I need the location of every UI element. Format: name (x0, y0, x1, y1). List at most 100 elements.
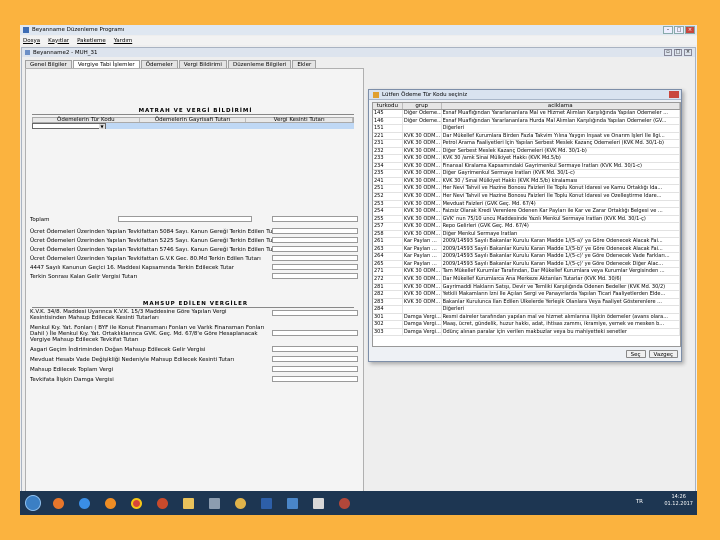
table-row[interactable]: 257 KVK 30 ÖDM... Repo Gelirleri (GVK Geç.… (373, 223, 680, 231)
tab-genel-bilgiler[interactable]: Genel Bilgiler (25, 60, 72, 68)
turkodu-cell[interactable]: 254 (373, 208, 403, 215)
aciklama-cell[interactable]: Gayrimaddi Hakların Satışı, Devir ve Tem… (442, 283, 680, 291)
close-icon[interactable] (669, 91, 679, 98)
grup-cell[interactable]: KVK 30 ÖDM... (403, 140, 442, 147)
close-button[interactable]: × (685, 26, 695, 34)
grup-cell[interactable]: KVK 30 ÖDM... (403, 298, 442, 306)
clock[interactable]: 14:26 01.12.2017 (664, 494, 693, 508)
menu-paketleme[interactable]: Paketleme (77, 38, 106, 44)
grup-cell[interactable]: KVK 30 ÖDM... (403, 162, 442, 170)
taskbar-calculator-icon[interactable] (203, 495, 225, 512)
aciklama-cell[interactable]: Finansal Kiralama Kapsamındaki Gayrimenk… (442, 162, 680, 170)
aciklama-cell[interactable]: Dar Mükellef Kurumlarca Ana Merkeze Akta… (442, 276, 680, 283)
maximize-icon[interactable]: □ (674, 49, 682, 56)
tab-duzenleme-bilgileri[interactable]: Düzenleme Bilgileri (227, 60, 292, 68)
aciklama-cell[interactable]: KVK 30 / Sınai Mülkiyet Hakkı (KVK Md.5/… (442, 177, 680, 185)
table-row[interactable]: 251 KVK 30 ÖDM... Her Nevi Tahvil ve Hazin… (373, 185, 680, 194)
table-row[interactable]: 254 KVK 30 ÖDM... Faizsiz Olarak Kredi Ver… (373, 208, 680, 216)
grup-cell[interactable]: KVK 30 ÖDM... (403, 291, 442, 298)
grup-cell[interactable]: KVK 30 ÖDM... (403, 283, 442, 291)
table-row[interactable]: 282 KVK 30 ÖDM... Yetkili Makamların İzni … (373, 291, 680, 299)
table-row[interactable]: 221 KVK 30 ÖDM... Dar Mükellef Kurumlara B… (373, 132, 680, 141)
terkin-5225-field[interactable] (272, 237, 358, 243)
taskbar-paint-icon[interactable] (229, 495, 251, 512)
table-row[interactable]: 252 KVK 30 ÖDM... Her Nevi Tahvil ve Hazin… (373, 193, 680, 201)
odeme-tur-kodu-dropdown[interactable]: ▼ (32, 123, 106, 129)
aciklama-cell[interactable]: Bakanlar Kurulunca İlan Edilen Ülkelerde… (442, 298, 680, 306)
table-row[interactable]: 151 Diğerleri (373, 125, 680, 133)
terkin-4447-field[interactable] (272, 264, 358, 270)
aciklama-cell[interactable]: Diğer Menkul Sermaye İratları (442, 230, 680, 238)
grup-cell[interactable]: KVK 30 ÖDM... (403, 200, 442, 208)
table-row[interactable]: 233 KVK 30 ÖDM... KVK 30 /amk Sinai Mülkiy… (373, 155, 680, 163)
aciklama-cell[interactable]: Faizsiz Olarak Kredi Verenlere Ödenen Ka… (442, 208, 680, 215)
taskbar-media-icon[interactable] (99, 495, 121, 512)
table-row[interactable]: 283 KVK 30 ÖDM... Bakanlar Kurulunca İlan … (373, 298, 680, 307)
turkodu-cell[interactable]: 302 (373, 321, 403, 328)
table-row[interactable]: 234 KVK 30 ÖDM... Finansal Kiralama Kapsam… (373, 162, 680, 171)
aciklama-cell[interactable]: Repo Gelirleri (GVK Geç. Md. 67/4) (442, 223, 680, 230)
table-row[interactable]: 232 KVK 30 ÖDM... Diğer Serbest Meslek Kaz… (373, 147, 680, 156)
turkodu-cell[interactable]: 235 (373, 170, 403, 177)
grup-cell[interactable]: KVK 30 ÖDM... (403, 147, 442, 155)
turkodu-cell[interactable]: 281 (373, 283, 403, 291)
turkodu-cell[interactable]: 252 (373, 193, 403, 200)
taskbar-chrome-icon[interactable] (125, 495, 147, 512)
grup-cell[interactable]: Damga Vergi... (403, 313, 442, 321)
table-row[interactable]: 258 KVK 30 ÖDM... Diğer Menkul Sermaye İra… (373, 230, 680, 239)
aciklama-cell[interactable]: 2009/14593 Sayılı Bakanlar Kurulu Karan … (442, 253, 680, 260)
declaration-titlebar[interactable]: Beyanname2 - MUH_31 ▫ □ × (22, 48, 695, 57)
grup-cell[interactable]: KVK 30 ÖDM... (403, 230, 442, 238)
restore-icon[interactable]: ▫ (664, 49, 672, 56)
taskbar-word-icon[interactable] (255, 495, 277, 512)
turkodu-cell[interactable]: 272 (373, 276, 403, 283)
mevduat-vade-field[interactable] (272, 356, 358, 362)
aciklama-cell[interactable]: Maaş, ücret, gündelik, huzur hakkı, adat… (442, 321, 680, 328)
turkodu-cell[interactable]: 284 (373, 306, 403, 313)
aciklama-cell[interactable]: Diğer Serbest Meslek Kazanç Ödemeleri (K… (442, 147, 680, 155)
grup-cell[interactable] (403, 306, 442, 313)
grup-cell[interactable]: Kar Payları ... (403, 253, 442, 260)
column-header-aciklama[interactable]: aciklama (442, 103, 680, 109)
column-header-turkodu[interactable]: turkodu (373, 103, 403, 109)
grup-cell[interactable]: KVK 30 ÖDM... (403, 170, 442, 177)
aciklama-cell[interactable]: Petrol Arama Faaliyetleri İçin Yapılan S… (442, 140, 680, 147)
aciklama-cell[interactable]: Esnaf Muaflığından Yararlananlara Mal ve… (442, 110, 680, 117)
table-row[interactable]: 263 Kar Payları ... 2009/14593 Sayılı Baka… (373, 245, 680, 254)
aciklama-cell[interactable]: Ödünç alınan paralar için verilen makbuz… (442, 328, 680, 336)
table-row[interactable]: 145 Diğer Ödeme... Esnaf Muaflığından Yara… (373, 110, 680, 118)
grup-cell[interactable]: KVK 30 ÖDM... (403, 215, 442, 223)
app-titlebar[interactable]: Beyanname Düzenleme Programı – □ × (20, 25, 697, 35)
taskbar-java-icon[interactable] (333, 495, 355, 512)
aciklama-cell[interactable]: GVK' nun 75/10 uncu Maddesinde Yazılı Me… (442, 215, 680, 223)
table-row[interactable]: 241 KVK 30 ÖDM... KVK 30 / Sınai Mülkiyet … (373, 177, 680, 186)
menu-kayitlar[interactable]: Kayıtlar (48, 38, 69, 44)
vazgec-button[interactable]: Vazgeç (648, 350, 678, 358)
taskbar-document-icon[interactable] (307, 495, 329, 512)
taskbar-ie-icon[interactable] (73, 495, 95, 512)
maximize-button[interactable]: □ (674, 26, 684, 34)
menkul-kiymet-field[interactable] (272, 330, 358, 336)
table-row[interactable]: 302 Damga Vergi... Maaş, ücret, gündelik, … (373, 321, 680, 329)
table-row[interactable]: 281 KVK 30 ÖDM... Gayrimaddi Hakların Satı… (373, 283, 680, 292)
column-header-grup[interactable]: grup (403, 103, 442, 109)
chevron-down-icon[interactable]: ▼ (99, 124, 105, 129)
terkin-5084-field[interactable] (272, 228, 358, 234)
turkodu-cell[interactable]: 241 (373, 177, 403, 185)
turkodu-cell[interactable]: 271 (373, 268, 403, 276)
aciklama-cell[interactable]: 2009/14593 Sayılı Bakanlar Kurulu Karan … (442, 238, 680, 245)
table-row[interactable]: 264 Kar Payları ... 2009/14593 Sayılı Baka… (373, 253, 680, 261)
table-row[interactable]: 261 Kar Payları ... 2009/14593 Sayılı Baka… (373, 238, 680, 246)
grup-cell[interactable]: Diğer Ödeme... (403, 117, 442, 125)
grup-cell[interactable]: Kar Payları ... (403, 238, 442, 245)
grup-cell[interactable]: KVK 30 ÖDM... (403, 185, 442, 193)
aciklama-cell[interactable]: 2009/14593 Sayılı Bakanlar Kurulu Karan … (442, 260, 680, 268)
aciklama-cell[interactable]: Esnaf Muaflığından Yararlananlara Hurda … (442, 117, 680, 125)
turkodu-cell[interactable]: 265 (373, 260, 403, 268)
turkodu-cell[interactable]: 151 (373, 125, 403, 132)
turkodu-cell[interactable]: 282 (373, 291, 403, 298)
turkodu-cell[interactable]: 263 (373, 245, 403, 253)
turkodu-cell[interactable]: 283 (373, 298, 403, 306)
damga-vergisi-field[interactable] (272, 376, 358, 382)
grup-cell[interactable]: Damga Vergi... (403, 328, 442, 336)
